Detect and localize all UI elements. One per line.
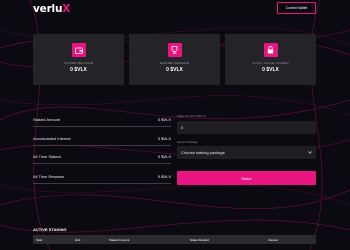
- stake-amount-input[interactable]: 0: [177, 121, 316, 134]
- card-value: 0 $VLX: [166, 67, 183, 73]
- stake-amount-label: Stake Amount ($VLX): [177, 114, 206, 118]
- column-header: Staked Amount: [109, 238, 130, 242]
- card-label: EARNED REWARD: [159, 61, 190, 65]
- stat-label: All Time Rewards: [33, 174, 65, 179]
- stat-value: 0 $VLX: [157, 174, 171, 179]
- stat-label: Accumulated Interest: [33, 136, 71, 141]
- column-header: Stake Reward: [190, 238, 209, 242]
- column-header: End: [75, 238, 81, 242]
- package-select[interactable]: Choose staking package: [177, 146, 316, 159]
- card-value: 0 $VLX: [70, 67, 87, 73]
- card-staked-balance: STAKED BALANCE 0 $VLX: [33, 34, 124, 85]
- package-label: Select Package: [177, 140, 198, 144]
- card-earned-reward: EARNED REWARD 0 $VLX: [129, 34, 220, 85]
- stat-staked-amount: Staked Amount 0 $VLX: [33, 113, 171, 127]
- stat-all-time-rewards: All Time Rewards 0 $VLX: [33, 170, 171, 184]
- stat-value: 0 $VLX: [157, 154, 171, 159]
- card-total-value-locked: TOTAL VALUE LOCKED 0 $VLX: [225, 34, 316, 85]
- stat-all-time-staked: All Time Staked 0 $VLX: [33, 150, 171, 164]
- column-header: Start: [36, 238, 43, 242]
- column-header: Interest: [268, 238, 279, 242]
- stat-value: 0 $VLX: [157, 117, 171, 122]
- card-label: STAKED BALANCE: [63, 61, 94, 65]
- stake-button[interactable]: Stake: [177, 171, 316, 185]
- stat-value: 0 $VLX: [157, 136, 171, 141]
- lock-icon: [263, 43, 278, 57]
- stat-accumulated-interest: Accumulated Interest 0 $VLX: [33, 132, 171, 146]
- active-staking-table-header: Start End Staked Amount Stake Reward Int…: [33, 235, 316, 244]
- wallet-icon: [71, 43, 86, 57]
- chevron-down-icon: [308, 151, 312, 154]
- card-label: TOTAL VALUE LOCKED: [252, 61, 289, 65]
- connect-wallet-button[interactable]: Connect Wallet: [277, 2, 316, 14]
- stat-label: Staked Amount: [33, 117, 61, 122]
- logo[interactable]: verluX: [33, 3, 70, 15]
- logo-text: verlu: [33, 3, 63, 15]
- package-selected: Choose staking package: [181, 150, 225, 155]
- trophy-icon: [167, 43, 182, 57]
- logo-accent: X: [62, 3, 71, 15]
- card-value: 0 $VLX: [262, 67, 279, 73]
- active-staking-title: ACTIVE STAKING: [33, 227, 67, 232]
- stat-label: All Time Staked: [33, 154, 61, 159]
- stake-amount-value: 0: [181, 125, 184, 130]
